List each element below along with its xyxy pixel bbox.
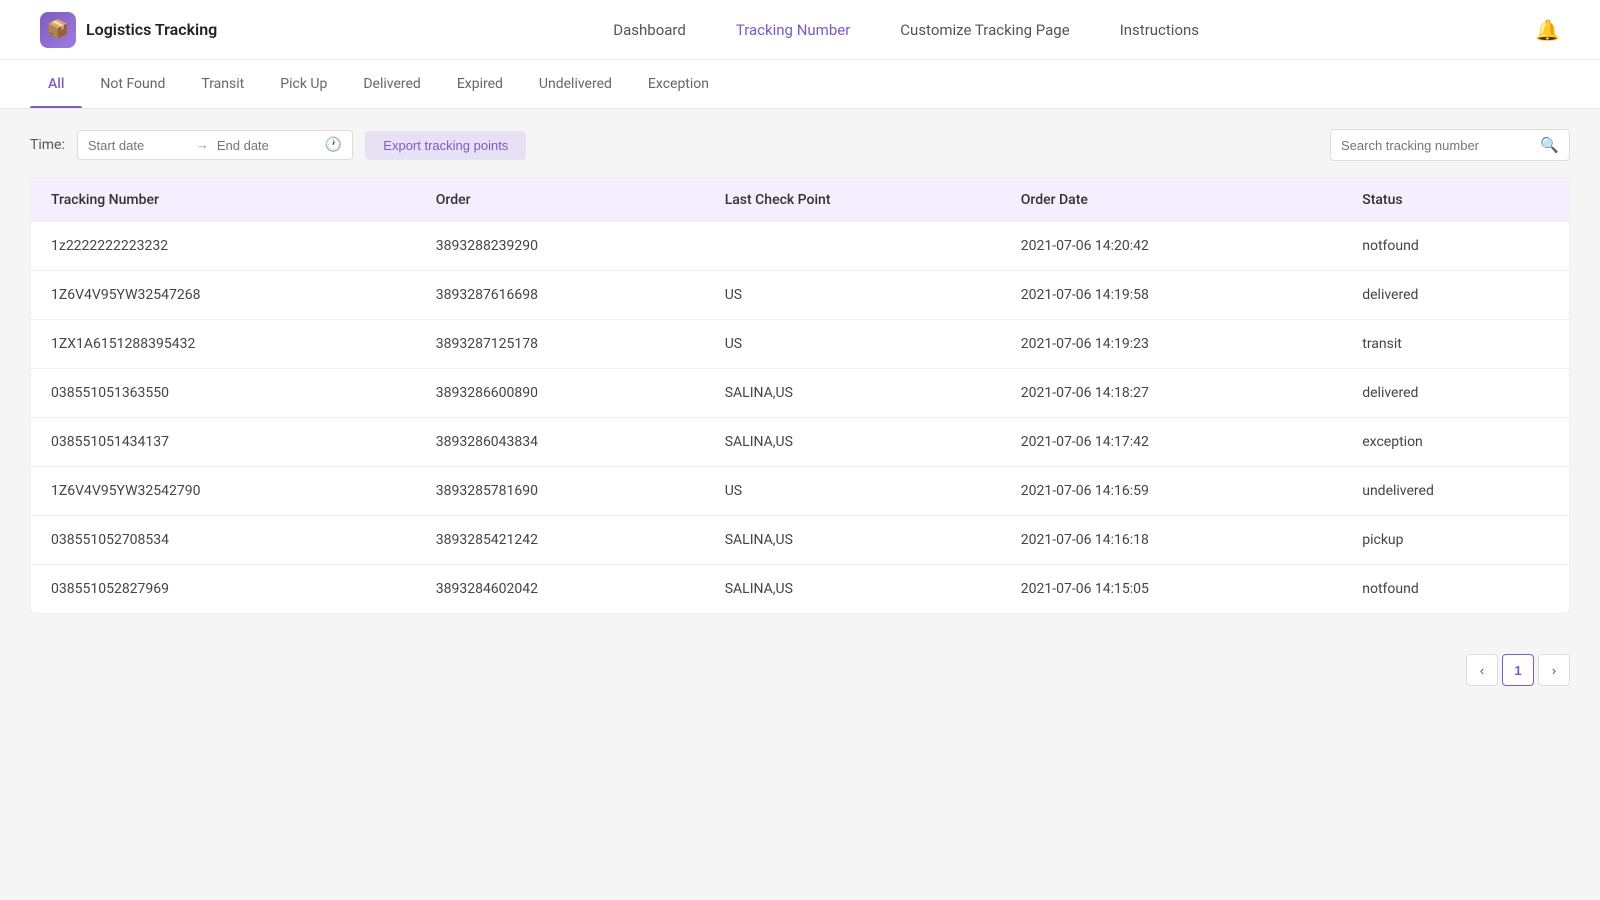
order-date: 2021-07-06 14:19:23 [1001,320,1342,369]
last-check-point: SALINA,US [705,565,1001,614]
tab-pick-up[interactable]: Pick Up [262,60,345,108]
logo-text: Logistics Tracking [86,20,217,39]
last-check-point: SALINA,US [705,369,1001,418]
start-date-input[interactable] [88,138,188,153]
order-date: 2021-07-06 14:16:18 [1001,516,1342,565]
date-range-picker[interactable]: → 🕐 [77,130,353,160]
tab-delivered[interactable]: Delivered [345,60,438,108]
status-cell: exception [1342,418,1569,467]
last-check-point: US [705,271,1001,320]
table-row[interactable]: 1Z6V4V95YW325427903893285781690US2021-07… [31,467,1569,516]
pagination: ‹ 1 › [0,634,1600,706]
last-check-point: US [705,467,1001,516]
status-cell: pickup [1342,516,1569,565]
nav-item-tracking-number[interactable]: Tracking Number [736,17,850,43]
col-header-last-check-point: Last Check Point [705,178,1001,222]
page-1-button[interactable]: 1 [1502,654,1534,686]
header: 📦 Logistics Tracking Dashboard Tracking N… [0,0,1600,60]
order-number: 3893287616698 [416,271,705,320]
table-row[interactable]: 0385510527085343893285421242SALINA,US202… [31,516,1569,565]
table-row[interactable]: 0385510513635503893286600890SALINA,US202… [31,369,1569,418]
tracking-number: 1z2222222223232 [31,222,416,271]
order-number: 3893285781690 [416,467,705,516]
tab-all[interactable]: All [30,60,82,108]
time-label: Time: [30,137,65,153]
tab-transit[interactable]: Transit [183,60,262,108]
tabs-bar: AllNot FoundTransitPick UpDeliveredExpir… [0,60,1600,109]
date-separator: → [196,137,209,153]
tracking-number: 1ZX1A6151288395432 [31,320,416,369]
tracking-number: 1Z6V4V95YW32542790 [31,467,416,516]
col-header-status: Status [1342,178,1569,222]
search-input[interactable] [1341,138,1534,153]
col-header-tracking-number: Tracking Number [31,178,416,222]
status-cell: notfound [1342,565,1569,614]
col-header-order-date: Order Date [1001,178,1342,222]
last-check-point: US [705,320,1001,369]
order-date: 2021-07-06 14:18:27 [1001,369,1342,418]
order-number: 3893287125178 [416,320,705,369]
order-date: 2021-07-06 14:15:05 [1001,565,1342,614]
status-cell: undelivered [1342,467,1569,516]
tab-exception[interactable]: Exception [630,60,727,108]
end-date-input[interactable] [217,138,317,153]
logo-icon: 📦 [40,12,76,48]
status-cell: delivered [1342,369,1569,418]
search-bar[interactable]: 🔍 [1330,129,1570,161]
last-check-point: SALINA,US [705,418,1001,467]
filter-bar: Time: → 🕐 Export tracking points 🔍 [30,129,1570,161]
tracking-table: Tracking NumberOrderLast Check PointOrde… [30,177,1570,614]
last-check-point [705,222,1001,271]
tracking-number: 038551052708534 [31,516,416,565]
tracking-number: 038551052827969 [31,565,416,614]
table-row[interactable]: 1z22222222232323893288239290 2021-07-06 1… [31,222,1569,271]
notification-icon[interactable]: 🔔 [1535,18,1560,42]
next-page-button[interactable]: › [1538,654,1570,686]
header-right: 🔔 [1535,18,1560,42]
last-check-point: SALINA,US [705,516,1001,565]
table-row[interactable]: 0385510514341373893286043834SALINA,US202… [31,418,1569,467]
order-number: 3893288239290 [416,222,705,271]
prev-page-button[interactable]: ‹ [1466,654,1498,686]
order-number: 3893286600890 [416,369,705,418]
order-date: 2021-07-06 14:17:42 [1001,418,1342,467]
table-row[interactable]: 1ZX1A61512883954323893287125178US2021-07… [31,320,1569,369]
tab-not-found[interactable]: Not Found [82,60,183,108]
order-number: 3893284602042 [416,565,705,614]
tab-undelivered[interactable]: Undelivered [521,60,630,108]
nav-item-instructions[interactable]: Instructions [1120,17,1199,43]
order-date: 2021-07-06 14:20:42 [1001,222,1342,271]
main-nav: Dashboard Tracking Number Customize Tracki… [277,17,1535,43]
nav-item-dashboard[interactable]: Dashboard [613,17,686,43]
status-cell: transit [1342,320,1569,369]
table-row[interactable]: 0385510528279693893284602042SALINA,US202… [31,565,1569,614]
table-header-row: Tracking NumberOrderLast Check PointOrde… [31,178,1569,222]
tracking-number: 1Z6V4V95YW32547268 [31,271,416,320]
content: Time: → 🕐 Export tracking points 🔍 Track… [0,109,1600,634]
status-cell: delivered [1342,271,1569,320]
search-icon: 🔍 [1540,136,1559,154]
order-date: 2021-07-06 14:16:59 [1001,467,1342,516]
tracking-number: 038551051363550 [31,369,416,418]
status-cell: notfound [1342,222,1569,271]
logo-area: 📦 Logistics Tracking [40,12,217,48]
order-number: 3893285421242 [416,516,705,565]
export-button[interactable]: Export tracking points [365,131,526,160]
order-date: 2021-07-06 14:19:58 [1001,271,1342,320]
order-number: 3893286043834 [416,418,705,467]
nav-item-customize-tracking-page[interactable]: Customize Tracking Page [900,17,1069,43]
calendar-icon: 🕐 [325,137,342,153]
tracking-number: 038551051434137 [31,418,416,467]
table-row[interactable]: 1Z6V4V95YW325472683893287616698US2021-07… [31,271,1569,320]
tab-expired[interactable]: Expired [439,60,521,108]
col-header-order: Order [416,178,705,222]
